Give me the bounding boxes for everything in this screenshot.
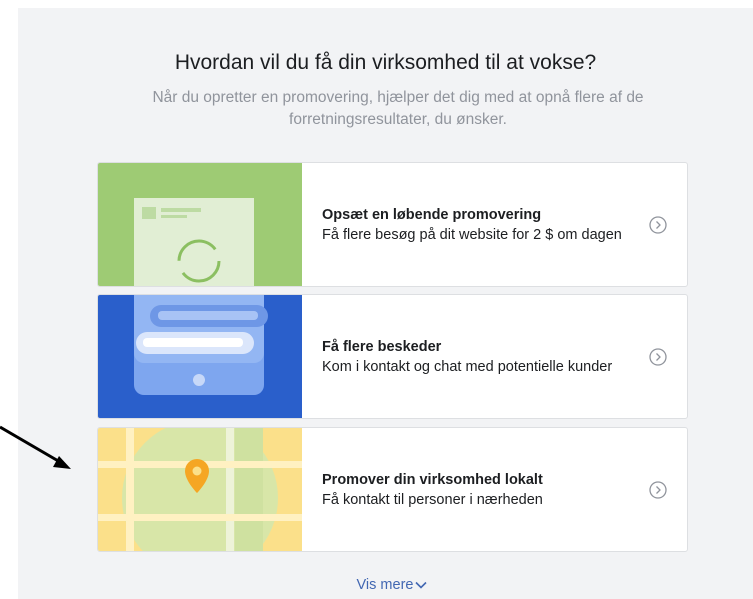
option-title: Promover din virksomhed lokalt	[322, 471, 543, 488]
chevron-right-icon[interactable]	[648, 215, 668, 235]
chevron-right-icon[interactable]	[648, 347, 668, 367]
option-card-messages[interactable]: Få flere beskeder Kom i kontakt og chat …	[97, 294, 688, 419]
option-description: Få flere besøg på dit website for 2 $ om…	[322, 226, 622, 243]
chat-illustration	[98, 295, 302, 418]
option-title: Opsæt en løbende promovering	[322, 206, 542, 223]
option-card-local-promotion[interactable]: Promover din virksomhed lokalt Få kontak…	[97, 427, 688, 552]
chevron-down-icon[interactable]	[415, 581, 428, 589]
option-title: Få flere beskeder	[322, 338, 442, 355]
show-more-label[interactable]: Vis mere	[357, 577, 414, 593]
page-title: Hvordan vil du få din virksomhed til at …	[174, 51, 597, 74]
map-illustration	[98, 428, 302, 551]
website-illustration	[98, 163, 302, 286]
chevron-right-icon[interactable]	[648, 480, 668, 500]
page-subtitle: Når du opretter en promovering, hjælper …	[152, 89, 644, 128]
option-description: Kom i kontakt og chat med potentielle ku…	[322, 358, 613, 375]
option-card-ongoing-promotion[interactable]: Opsæt en løbende promovering Få flere be…	[97, 162, 688, 287]
option-description: Få kontakt til personer i nærheden	[322, 491, 543, 508]
show-more-link[interactable]: Vis mere	[0, 575, 753, 595]
pointer-arrow	[0, 425, 71, 469]
